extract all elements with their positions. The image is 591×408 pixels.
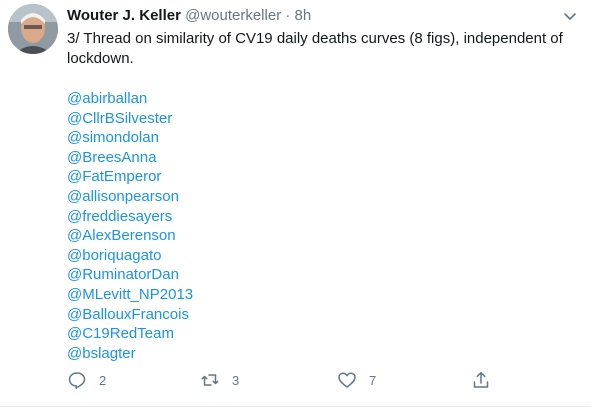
like-count: 7 (369, 372, 377, 388)
like-button[interactable]: 7 (337, 370, 376, 390)
mention-link[interactable]: @abirballan (67, 89, 577, 109)
mention-link[interactable]: @CllrBSilvester (67, 109, 577, 129)
timestamp[interactable]: 8h (295, 7, 312, 24)
avatar-image (8, 4, 58, 54)
share-icon (471, 370, 491, 390)
mention-link[interactable]: @AlexBerenson (67, 226, 577, 246)
tweet-text: 3/ Thread on similarity of CV19 daily de… (67, 29, 577, 363)
tweet[interactable]: Wouter J. Keller @wouterkeller · 8h 3/ T… (0, 0, 591, 408)
divider (0, 406, 591, 407)
heart-icon (337, 370, 357, 390)
mention-link[interactable]: @FatEmperor (67, 167, 577, 187)
author-name[interactable]: Wouter J. Keller (67, 7, 181, 24)
mention-link[interactable]: @BallouxFrancois (67, 305, 577, 325)
mention-link[interactable]: @bslagter (67, 344, 577, 364)
chevron-down-icon[interactable] (562, 8, 578, 24)
avatar[interactable] (8, 4, 58, 54)
tweet-body: 3/ Thread on similarity of CV19 daily de… (67, 30, 563, 67)
separator-dot: · (285, 7, 291, 24)
mention-link[interactable]: @MLevitt_NP2013 (67, 285, 577, 305)
mention-link[interactable]: @boriquagato (67, 246, 577, 266)
mention-link[interactable]: @simondolan (67, 128, 577, 148)
mention-link[interactable]: @freddiesayers (67, 207, 577, 227)
mention-link[interactable]: @C19RedTeam (67, 324, 577, 344)
retweet-icon (200, 370, 220, 390)
tweet-header: Wouter J. Keller @wouterkeller · 8h (67, 6, 311, 26)
mention-link[interactable]: @BreesAnna (67, 148, 577, 168)
tweet-actions: 2 3 7 (0, 370, 591, 392)
mention-link[interactable]: @RuminatorDan (67, 265, 577, 285)
retweet-count: 3 (232, 372, 240, 388)
mention-list: @abirballan @CllrBSilvester @simondolan … (67, 89, 577, 363)
share-button[interactable] (471, 370, 491, 390)
reply-count: 2 (99, 372, 107, 388)
reply-icon (67, 370, 87, 390)
author-handle[interactable]: @wouterkeller (185, 7, 281, 24)
retweet-button[interactable]: 3 (200, 370, 239, 390)
mention-link[interactable]: @allisonpearson (67, 187, 577, 207)
reply-button[interactable]: 2 (67, 370, 106, 390)
